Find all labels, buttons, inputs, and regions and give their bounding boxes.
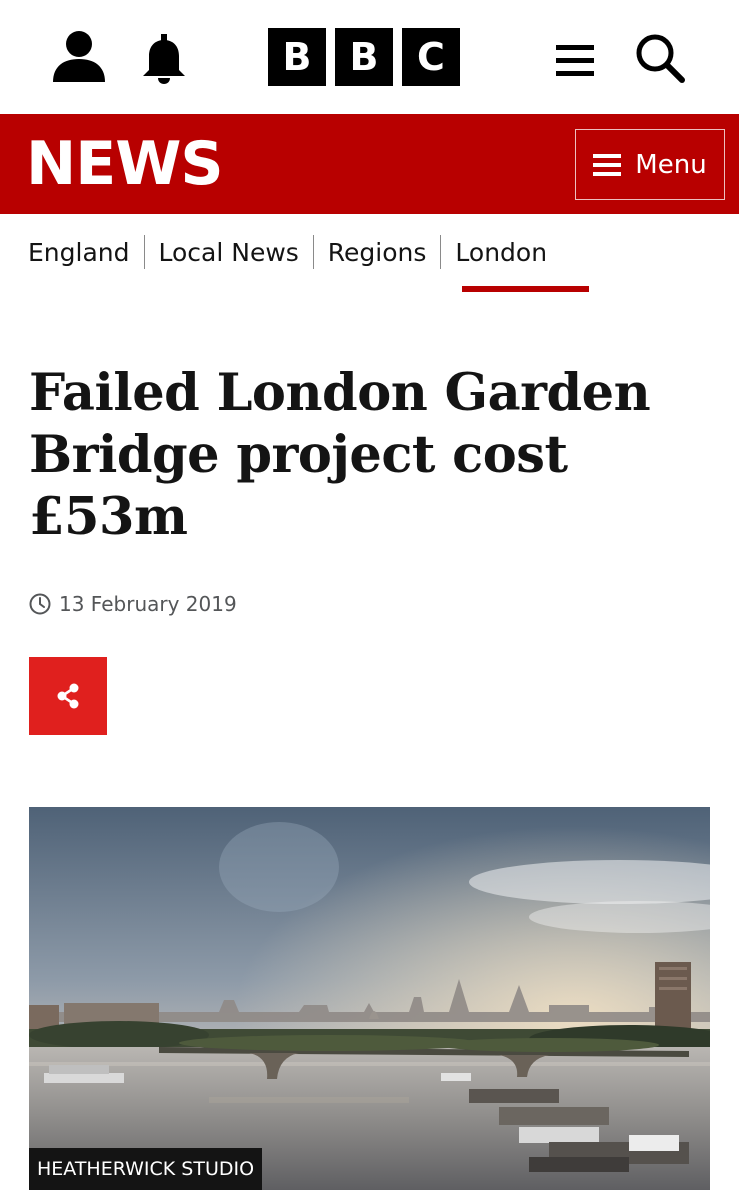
news-logo[interactable]: NEWS	[26, 130, 224, 198]
menu-label: Menu	[635, 149, 707, 180]
breadcrumb-divider	[312, 235, 314, 269]
breadcrumb-london[interactable]: London	[455, 238, 547, 267]
article-timestamp: 13 February 2019	[29, 592, 237, 616]
menu-lines-icon	[593, 153, 622, 176]
bbc-logo[interactable]: B B C	[268, 28, 470, 86]
notifications-bell-icon[interactable]	[141, 34, 187, 84]
breadcrumb-england[interactable]: England	[28, 238, 130, 267]
bbc-logo-letter: B	[335, 28, 393, 86]
share-icon	[57, 683, 79, 709]
breadcrumb-divider	[143, 235, 145, 269]
breadcrumb-regions[interactable]: Regions	[328, 238, 427, 267]
clock-icon	[29, 593, 51, 615]
breadcrumb-divider	[440, 235, 442, 269]
hamburger-icon[interactable]	[556, 45, 594, 77]
image-credit: HEATHERWICK STUDIO	[29, 1148, 263, 1190]
share-button[interactable]	[29, 657, 107, 735]
news-banner: NEWS Menu	[0, 114, 739, 214]
menu-button[interactable]: Menu	[575, 129, 725, 200]
garden-bridge-illustration	[29, 807, 710, 1190]
publish-date: 13 February 2019	[59, 592, 237, 616]
article-headline: Failed London Garden Bridge project cost…	[29, 363, 651, 547]
bbc-logo-letter: C	[402, 28, 460, 86]
breadcrumb: England Local News Regions London	[28, 232, 547, 272]
article-hero-image	[29, 807, 710, 1190]
bbc-top-bar: B B C	[0, 0, 739, 114]
account-icon[interactable]	[52, 30, 106, 82]
breadcrumb-local-news[interactable]: Local News	[159, 238, 299, 267]
bbc-logo-letter: B	[268, 28, 326, 86]
search-icon[interactable]	[635, 33, 685, 83]
active-breadcrumb-underline	[462, 286, 589, 292]
